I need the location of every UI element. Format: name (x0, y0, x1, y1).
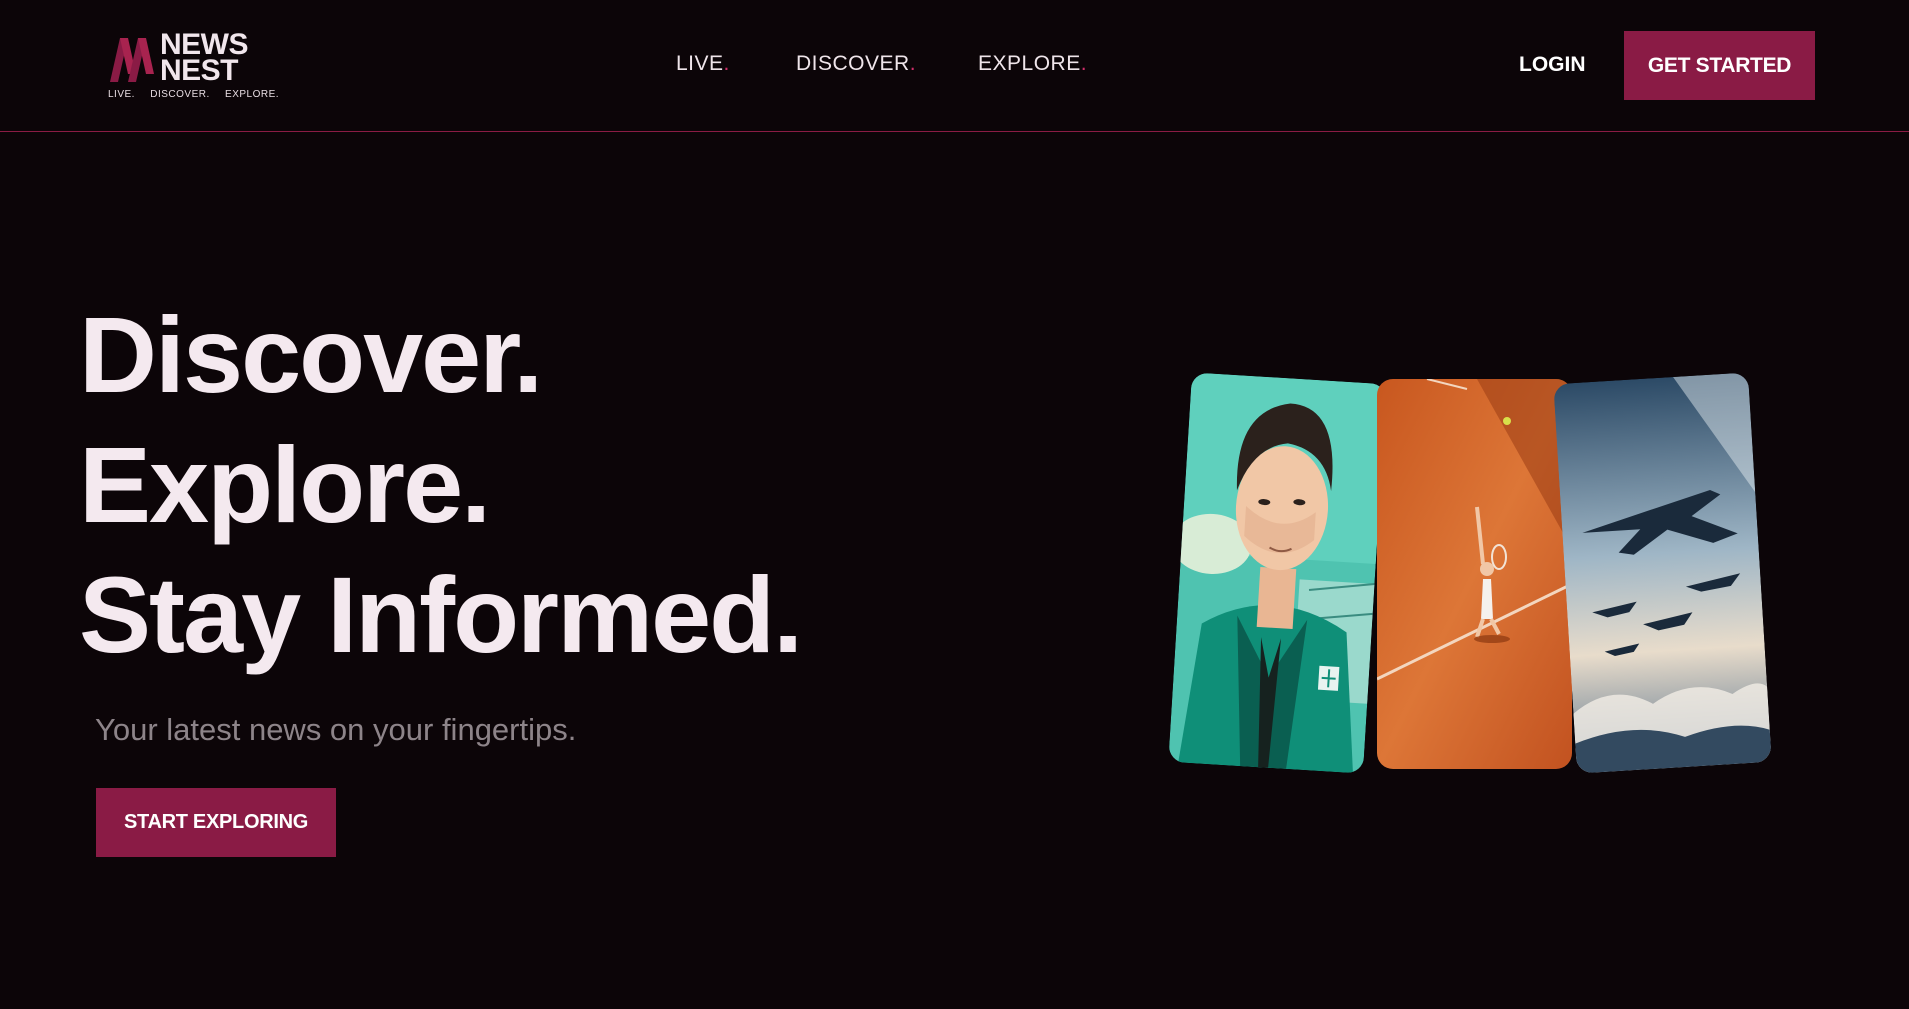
site-header: NEWS NEST LIVE. DISCOVER. EXPLORE. LIVE.… (0, 0, 1909, 132)
hero-image-cards (1150, 360, 1830, 780)
logo-tagline-live: LIVE. (108, 89, 135, 100)
hero-title-line-3: Stay Informed. (79, 554, 803, 675)
logo-tagline-discover: DISCOVER. (150, 89, 210, 100)
nav-item-live-dot: . (723, 52, 730, 75)
fighter-jets-card[interactable] (1553, 372, 1772, 774)
start-exploring-button[interactable]: START EXPLORING (96, 788, 336, 857)
portrait-illustration-card[interactable] (1168, 372, 1387, 774)
nav-item-discover-label: DISCOVER (796, 52, 910, 75)
logo-wordmark: NEWS NEST (160, 30, 249, 87)
nav-item-explore-label: EXPLORE (978, 52, 1081, 75)
tennis-clay-court-image (1377, 379, 1572, 769)
logo-tagline-explore: EXPLORE. (225, 89, 280, 100)
nav-item-discover[interactable]: DISCOVER. (796, 52, 916, 76)
hero-title-line-1: Discover. (79, 294, 543, 415)
logo-tagline: LIVE. DISCOVER. EXPLORE. (108, 89, 291, 100)
get-started-button[interactable]: GET STARTED (1624, 31, 1815, 100)
tennis-clay-court-card[interactable] (1377, 379, 1572, 769)
hero-title-line-2: Explore. (79, 424, 491, 545)
nn-monogram-icon (110, 38, 154, 82)
nav-item-explore-dot: . (1080, 52, 1088, 75)
news-nest-logo[interactable]: NEWS NEST LIVE. DISCOVER. EXPLORE. (106, 30, 279, 102)
portrait-illustration-image (1168, 372, 1387, 774)
nav-item-live-label: LIVE (676, 52, 724, 75)
hero-subtitle: Your latest news on your fingertips. (95, 712, 577, 747)
hero-title: Discover. Explore. Stay Informed. (79, 290, 803, 680)
logo-word-line2: NEST (160, 54, 239, 87)
nav-item-discover-dot: . (909, 52, 917, 75)
nav-item-explore[interactable]: EXPLORE. (978, 52, 1087, 76)
login-link[interactable]: LOGIN (1519, 53, 1586, 77)
fighter-jets-image (1553, 372, 1772, 774)
nav-item-live[interactable]: LIVE. (676, 52, 730, 76)
